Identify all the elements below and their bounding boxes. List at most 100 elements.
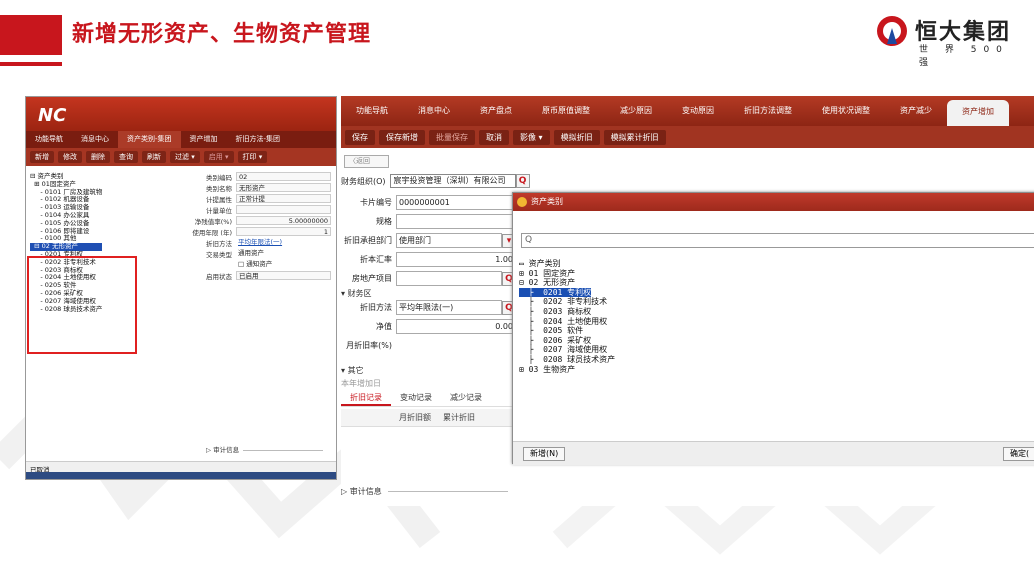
- form-row: 折旧方法 平均年限法(一): [181, 237, 331, 248]
- dialog-tree-node[interactable]: ├ 0205 软件: [519, 326, 615, 336]
- dialog-new-button[interactable]: 新增(N): [523, 447, 566, 461]
- dialog-tree-node[interactable]: ├ 0202 非专利技术: [519, 297, 615, 307]
- right-tab[interactable]: 资产盘点: [465, 96, 527, 126]
- taskbar: [26, 472, 336, 479]
- dialog-tree-node[interactable]: ├ 0208 球员技术资产: [519, 354, 616, 365]
- search-icon[interactable]: Q: [515, 174, 530, 188]
- form-value[interactable]: 通用资产: [236, 249, 331, 258]
- right-toolbar-button[interactable]: 保存: [345, 129, 375, 145]
- left-toolbar-button[interactable]: 过滤 ▾: [170, 151, 200, 163]
- right-toolbar-button[interactable]: 保存新增: [379, 129, 425, 145]
- left-toolbar-button[interactable]: 启用 ▾: [203, 151, 234, 163]
- form-row: 计提属性 正常计提: [181, 193, 331, 204]
- left-toolbar-button[interactable]: 删除: [86, 151, 110, 163]
- left-tab[interactable]: 资产类别-集团: [118, 131, 181, 148]
- left-tab[interactable]: 功能导航: [26, 131, 72, 148]
- dialog-tree-node[interactable]: ├ 0207 海域使用权: [519, 345, 615, 355]
- form-row: 交易类型 通用资产: [181, 248, 331, 259]
- audit-label: 审计信息: [213, 446, 240, 454]
- left-detail-form: 类别编码 02 类别名称 无形资产 计提属性 正常计提 计量单位 净残值率(%) 5.00000…: [181, 171, 331, 281]
- depr-method-field[interactable]: 平均年限法(一): [396, 300, 502, 315]
- dialog-tree-node[interactable]: ├ 0206 采矿权: [519, 336, 615, 346]
- left-toolbar-button[interactable]: 打印 ▾: [237, 151, 268, 163]
- left-toolbar-button[interactable]: 查询: [114, 151, 138, 163]
- left-toolbar-button[interactable]: 新增: [30, 151, 54, 163]
- card-form-row: 规格: [341, 212, 516, 231]
- dialog-search-input[interactable]: Q: [521, 233, 1034, 248]
- dialog-tree-label: ├ 0204 土地使用权: [519, 316, 608, 326]
- monthly-rate-label: 月折旧率(%): [346, 341, 392, 350]
- card-form-field[interactable]: [396, 271, 502, 286]
- bottom-tab[interactable]: 减少记录: [441, 389, 491, 406]
- form-label: 计提属性: [206, 195, 232, 204]
- other-field-label: 本年增加日: [341, 379, 381, 388]
- right-tab[interactable]: 折旧方法调整: [729, 96, 807, 126]
- card-form-field[interactable]: [396, 214, 516, 229]
- dialog-tree-label: ├ 0206 采矿权: [519, 335, 592, 345]
- card-form-row: 折本汇率 1.00: [341, 250, 516, 269]
- form-value[interactable]: 已启用: [236, 271, 331, 280]
- right-tab[interactable]: 资产减少: [885, 96, 947, 126]
- left-toolbar-button[interactable]: 修改: [58, 151, 82, 163]
- form-value[interactable]: 1: [236, 227, 331, 236]
- org-field[interactable]: 宸宇投资管理（深圳）有限公司: [389, 174, 516, 188]
- dialog-tree-node[interactable]: ├ 0204 土地使用权: [519, 317, 615, 327]
- grid-header-cell: 累计折旧: [443, 413, 475, 422]
- left-tab[interactable]: 消息中心: [72, 131, 118, 148]
- dialog-tree-node[interactable]: ⊟ 02 无形资产: [519, 278, 615, 288]
- dialog-tree-label: ⊞ 01 固定资产: [519, 268, 576, 278]
- bottom-tab[interactable]: 折旧记录: [341, 389, 391, 406]
- dialog-app-icon: [517, 197, 527, 207]
- card-form-field[interactable]: 0000000001: [396, 195, 516, 210]
- right-tab[interactable]: 使用状况调整: [807, 96, 885, 126]
- dialog-tree-node[interactable]: ▭ 资产类别: [519, 259, 615, 269]
- left-toolbar: 新增 修改 删除 查询 刷新 过滤 ▾ 启用 ▾ 打印 ▾: [26, 148, 336, 166]
- right-tab[interactable]: 变动原因: [667, 96, 729, 126]
- right-toolbar-button[interactable]: 影像 ▾: [513, 129, 550, 145]
- bottom-tab[interactable]: 变动记录: [391, 389, 441, 406]
- bottom-tabs: 折旧记录 变动记录 减少记录: [341, 389, 513, 407]
- card-form-field[interactable]: 1.00: [396, 252, 516, 267]
- right-toolbar-button[interactable]: 模拟累计折旧: [603, 129, 666, 145]
- right-tab[interactable]: 原币原值调整: [527, 96, 605, 126]
- form-value[interactable]: 正常计提: [236, 194, 331, 203]
- back-button[interactable]: 〈返回: [344, 155, 389, 168]
- dialog-tree-node[interactable]: ├ 0203 商标权: [519, 307, 615, 317]
- right-tab[interactable]: 功能导航: [341, 96, 403, 126]
- right-toolbar-button[interactable]: 模拟折旧: [553, 129, 600, 145]
- left-tab[interactable]: 资产增加: [181, 131, 227, 148]
- form-value[interactable]: 无形资产: [236, 183, 331, 192]
- form-value[interactable]: □ 通知资产: [236, 260, 331, 269]
- dialog-tree-label: ▭ 资产类别: [519, 259, 561, 268]
- card-form-label: 折旧承担部门: [344, 236, 392, 245]
- form-row: 类别名称 无形资产: [181, 182, 331, 193]
- form-value[interactable]: 平均年限法(一): [236, 238, 331, 247]
- dialog-ok-button[interactable]: 确定(: [1003, 447, 1034, 461]
- right-audit-section: ▷ 审计信息: [341, 486, 508, 497]
- form-label: 类别名称: [206, 184, 232, 193]
- dialog-tree-label: ⊞ 03 生物资产: [519, 364, 576, 374]
- right-toolbar-button[interactable]: 取消: [479, 129, 509, 145]
- right-tab[interactable]: 资产增加: [947, 100, 1009, 126]
- dialog-tree-node[interactable]: ├ 0201 专利权: [519, 287, 615, 298]
- left-tab[interactable]: 折旧方法-集团: [227, 131, 290, 148]
- highlight-box: [27, 256, 137, 354]
- form-label: 类别编码: [206, 173, 232, 182]
- logo-mark-icon: [877, 16, 907, 46]
- dialog-button-bar: 新增(N) 确定(: [513, 441, 1034, 465]
- right-toolbar-button[interactable]: 批量保存: [429, 129, 475, 145]
- form-value[interactable]: 5.00000000: [236, 216, 331, 225]
- form-value[interactable]: 02: [236, 172, 331, 181]
- right-tab[interactable]: 减少原因: [605, 96, 667, 126]
- card-form-label: 规格: [376, 217, 392, 226]
- dialog-tree-node[interactable]: ⊞ 01 固定资产: [519, 269, 615, 279]
- net-value-field[interactable]: 0.00: [396, 319, 516, 334]
- card-form-field[interactable]: 使用部门: [396, 233, 502, 248]
- dialog-tree-label: ├ 0208 球员技术资产: [519, 354, 616, 364]
- right-tab[interactable]: 消息中心: [403, 96, 465, 126]
- form-value[interactable]: [236, 205, 331, 214]
- dialog-tree-node[interactable]: ⊞ 03 生物资产: [519, 365, 615, 375]
- monthly-rate-field: [396, 338, 516, 353]
- asset-category-dialog: 资产类别 Q ▭ 资产类别 ⊞ 01 固定资产 ⊟ 02 无形资产 ├ 0201 专…: [512, 192, 1034, 465]
- left-toolbar-button[interactable]: 刷新: [142, 151, 166, 163]
